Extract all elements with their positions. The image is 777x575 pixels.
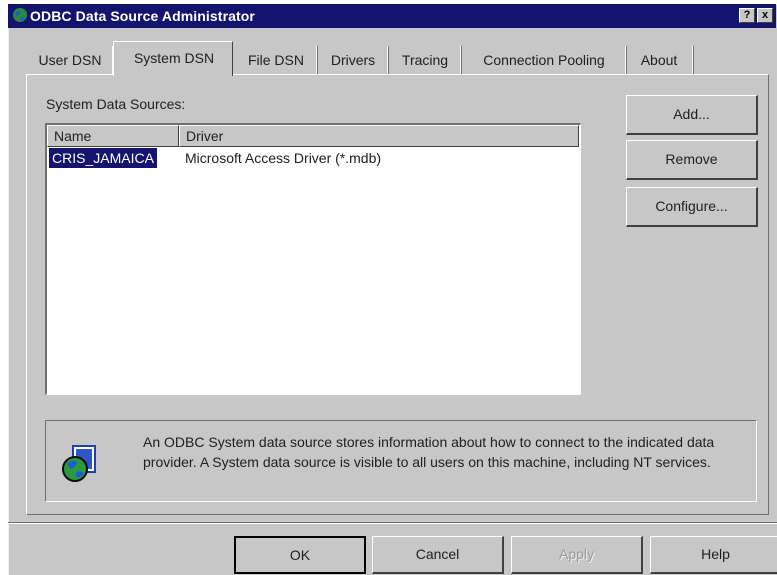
system-dsn-globe-icon	[62, 445, 96, 482]
cancel-button[interactable]: Cancel	[372, 536, 504, 574]
table-row[interactable]: CRIS_JAMAICA Microsoft Access Driver (*.…	[47, 147, 580, 169]
configure-button[interactable]: Configure...	[626, 187, 758, 227]
column-header-name[interactable]: Name	[47, 125, 179, 147]
data-source-name-cell[interactable]: CRIS_JAMAICA	[49, 148, 157, 168]
title-bar[interactable]: ODBC Data Source Administrator ? x	[8, 4, 776, 28]
system-data-sources-label: System Data Sources:	[46, 96, 186, 112]
window-title: ODBC Data Source Administrator	[30, 8, 255, 24]
remove-button[interactable]: Remove	[626, 140, 758, 180]
globe-icon	[13, 8, 27, 22]
ok-button[interactable]: OK	[234, 536, 366, 574]
tab-divider	[387, 46, 389, 74]
data-source-driver-cell: Microsoft Access Driver (*.mdb)	[185, 150, 382, 166]
add-button[interactable]: Add...	[626, 95, 758, 135]
tab-user-dsn[interactable]: User DSN	[28, 46, 112, 74]
tab-divider	[692, 46, 694, 74]
data-sources-list[interactable]: Name Driver CRIS_JAMAICA Microsoft Acces…	[45, 123, 581, 395]
close-title-button[interactable]: x	[757, 8, 773, 23]
column-header-driver[interactable]: Driver	[179, 125, 579, 147]
help-button[interactable]: Help	[650, 536, 777, 574]
tab-divider	[316, 46, 318, 74]
help-title-button[interactable]: ?	[739, 8, 755, 23]
info-description: An ODBC System data source stores inform…	[143, 434, 715, 470]
bottom-divider	[8, 522, 777, 524]
tab-divider	[460, 46, 462, 74]
tab-drivers[interactable]: Drivers	[319, 46, 387, 74]
tab-tracing[interactable]: Tracing	[390, 46, 460, 74]
tab-file-dsn[interactable]: File DSN	[236, 46, 316, 74]
tab-system-dsn[interactable]: System DSN	[115, 44, 233, 72]
tab-connection-pooling[interactable]: Connection Pooling	[463, 46, 625, 74]
tab-divider	[625, 46, 627, 74]
tab-about[interactable]: About	[628, 46, 690, 74]
apply-button[interactable]: Apply	[511, 536, 643, 574]
